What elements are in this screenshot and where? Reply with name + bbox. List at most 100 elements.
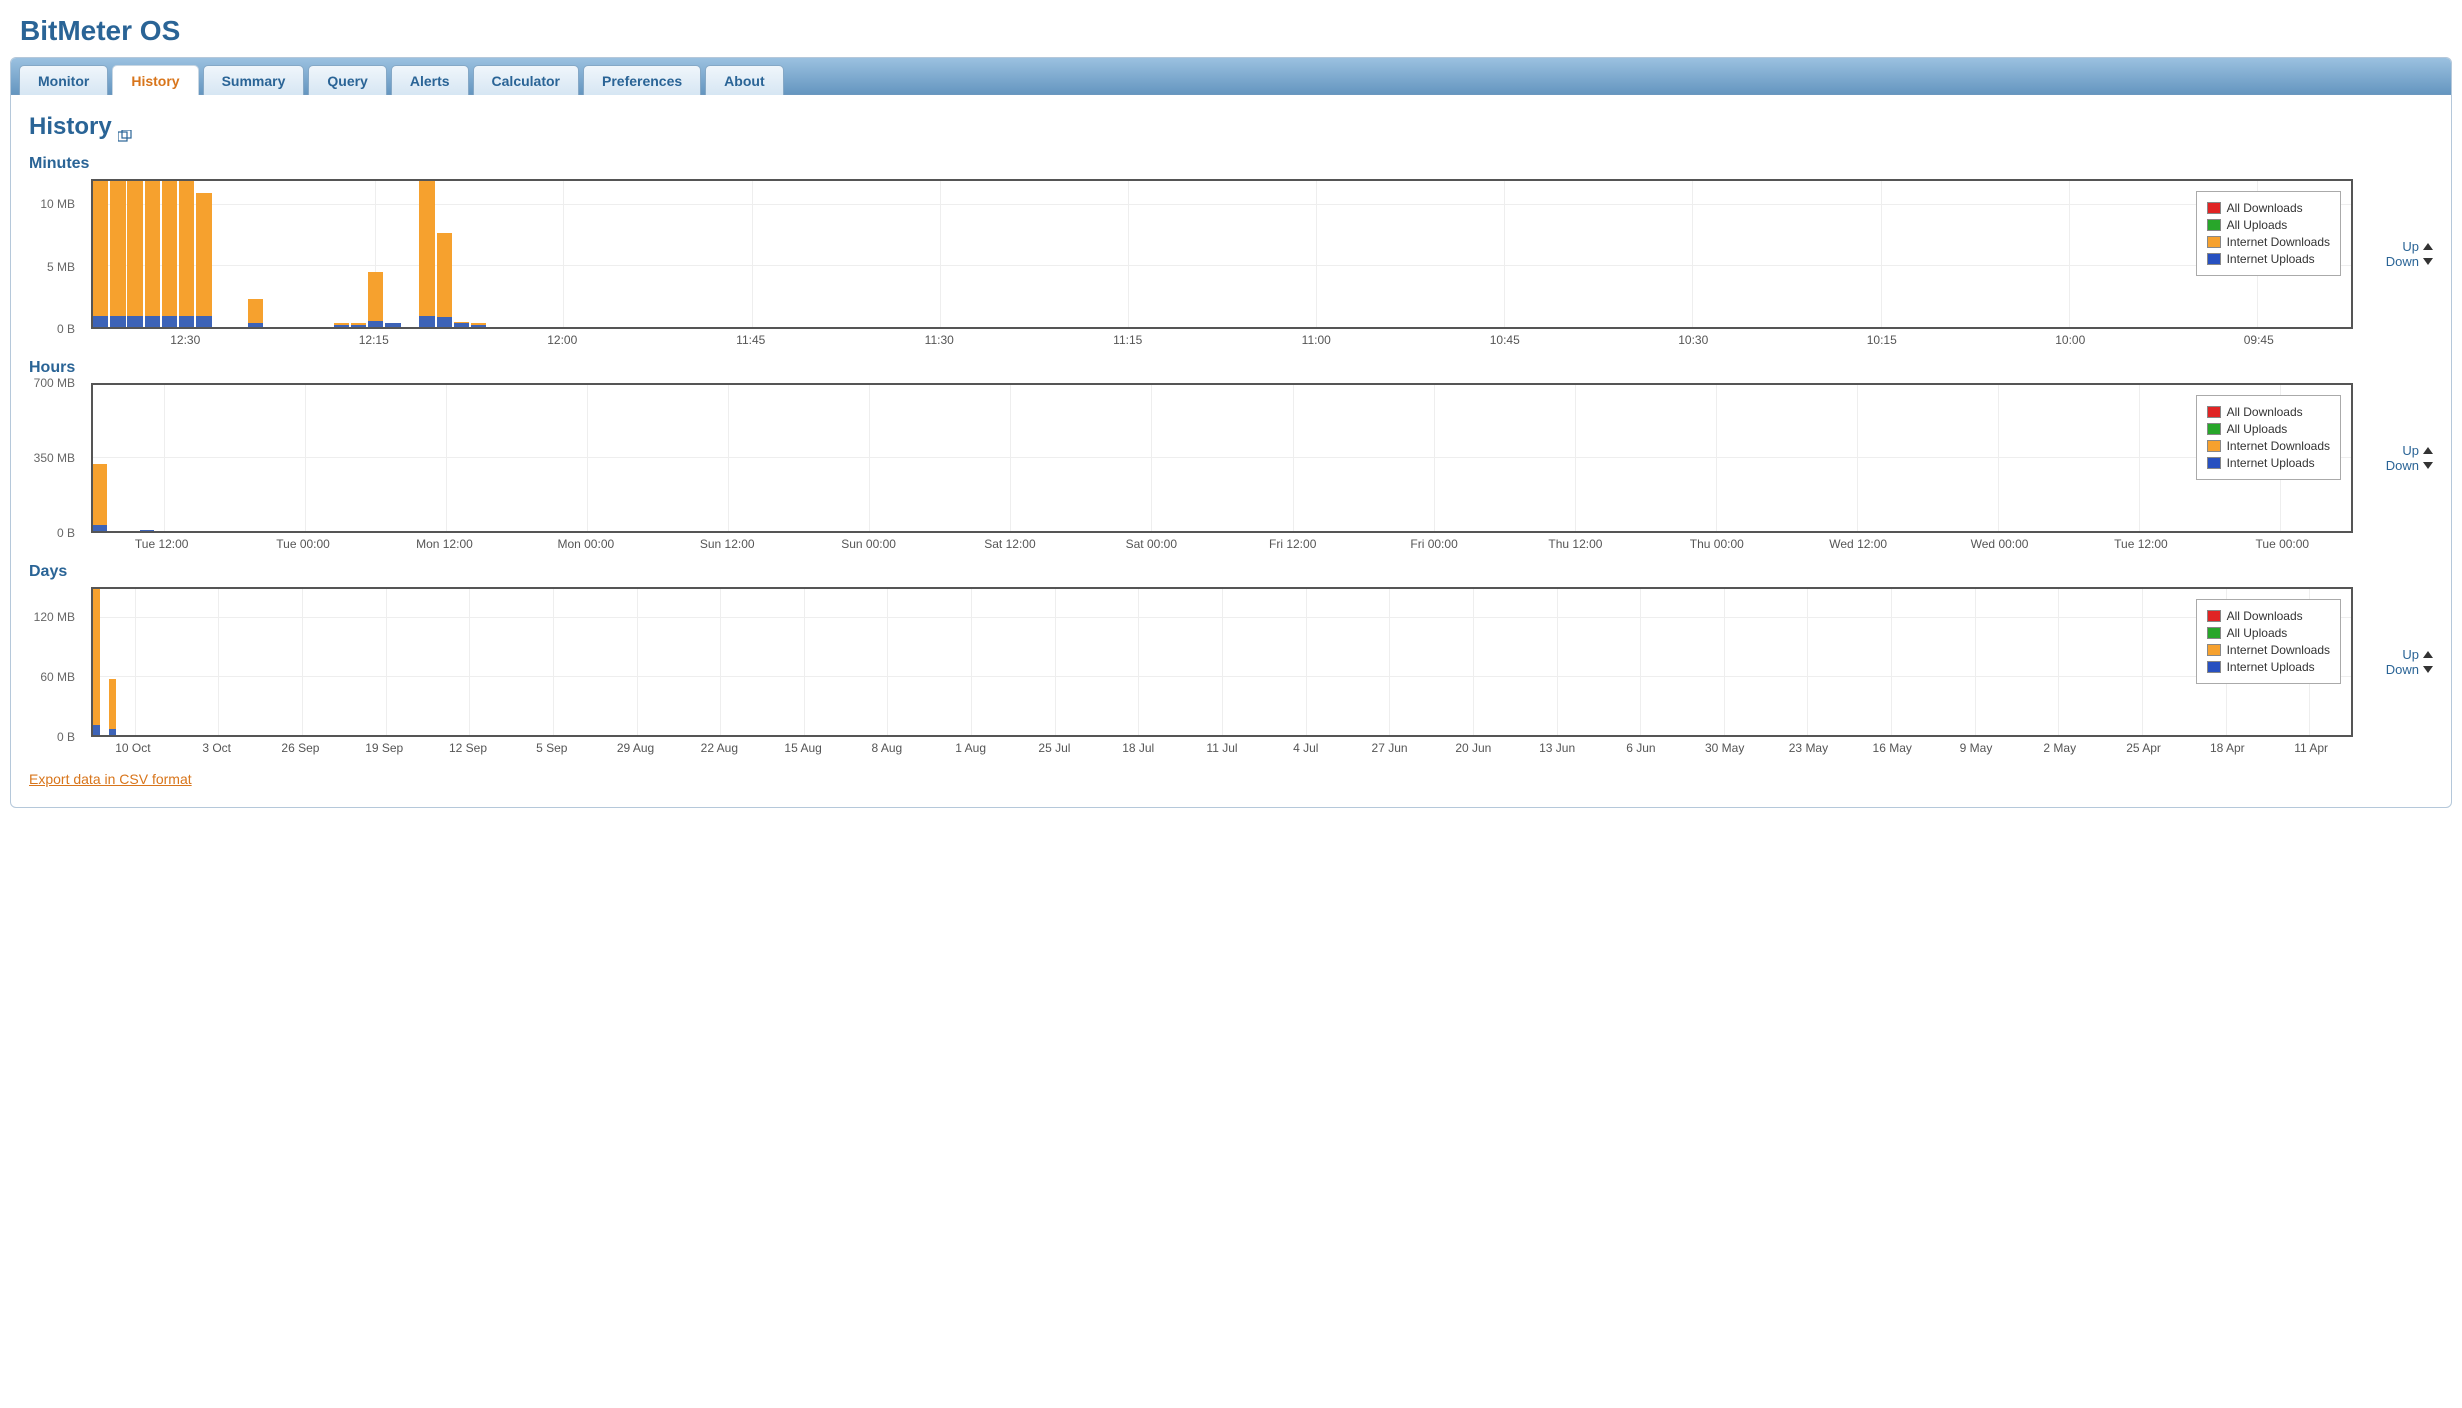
export-csv-link[interactable]: Export data in CSV format	[29, 771, 192, 787]
page-title-text: History	[29, 113, 112, 141]
tab-bar: MonitorHistorySummaryQueryAlertsCalculat…	[11, 58, 2451, 95]
main-panel: MonitorHistorySummaryQueryAlertsCalculat…	[10, 57, 2452, 808]
xaxis-tick: 13 Jun	[1539, 741, 1575, 755]
tab-about[interactable]: About	[705, 65, 783, 95]
all-uploads-swatch	[2207, 423, 2221, 435]
xaxis-tick: Thu 12:00	[1548, 537, 1602, 551]
bar-internet-downloads	[196, 193, 211, 327]
bar-internet-uploads	[93, 316, 108, 327]
zoom-up-button[interactable]: Up	[2363, 443, 2433, 458]
triangle-up-icon	[2423, 651, 2433, 658]
xaxis-tick: Tue 00:00	[276, 537, 330, 551]
xaxis-tick: 9 May	[1960, 741, 1993, 755]
xaxis-tick: 11:30	[925, 333, 954, 347]
zoom-down-button[interactable]: Down	[2363, 458, 2433, 473]
xaxis-tick: 20 Jun	[1455, 741, 1491, 755]
xaxis-tick: Wed 12:00	[1829, 537, 1887, 551]
internet-downloads-swatch	[2207, 236, 2221, 248]
hours-yaxis: 0 B350 MB700 MB	[29, 383, 81, 533]
triangle-down-icon	[2423, 258, 2433, 265]
section-title-days: Days	[29, 563, 2433, 581]
internet-uploads-swatch	[2207, 457, 2221, 469]
bar-internet-uploads	[385, 323, 400, 327]
bar-internet-uploads	[334, 325, 349, 327]
internet-uploads-swatch	[2207, 253, 2221, 265]
zoom-up-button[interactable]: Up	[2363, 647, 2433, 662]
bar-internet-downloads	[437, 233, 452, 327]
tab-alerts[interactable]: Alerts	[391, 65, 469, 95]
tab-calculator[interactable]: Calculator	[473, 65, 579, 95]
internet-downloads-swatch	[2207, 440, 2221, 452]
bar-internet-uploads	[109, 729, 116, 735]
internet-uploads-swatch	[2207, 661, 2221, 673]
minutes-zoom-controls: UpDown	[2363, 239, 2433, 269]
legend-item-all-downloads: All Downloads	[2207, 405, 2330, 419]
legend-item-internet-uploads: Internet Uploads	[2207, 252, 2330, 266]
xaxis-tick: 19 Sep	[365, 741, 403, 755]
xaxis-tick: 27 Jun	[1372, 741, 1408, 755]
bar-internet-uploads	[145, 316, 160, 327]
tab-history[interactable]: History	[112, 65, 198, 95]
legend-item-all-downloads: All Downloads	[2207, 201, 2330, 215]
xaxis-tick: 10:00	[2055, 333, 2085, 347]
xaxis-tick: 11 Jul	[1206, 741, 1237, 755]
bar-internet-downloads	[93, 181, 108, 327]
bar-internet-uploads	[368, 321, 383, 327]
popout-icon[interactable]	[118, 121, 132, 133]
tab-query[interactable]: Query	[308, 65, 386, 95]
hours-zoom-controls: UpDown	[2363, 443, 2433, 473]
bar-internet-uploads	[351, 325, 366, 327]
all-uploads-swatch	[2207, 627, 2221, 639]
legend-item-all-uploads: All Uploads	[2207, 422, 2330, 436]
legend-label: Internet Downloads	[2227, 439, 2330, 453]
zoom-down-button[interactable]: Down	[2363, 254, 2433, 269]
xaxis-tick: 22 Aug	[701, 741, 738, 755]
all-downloads-swatch	[2207, 406, 2221, 418]
bar-internet-downloads	[127, 181, 142, 327]
tab-monitor[interactable]: Monitor	[19, 65, 108, 95]
days-zoom-controls: UpDown	[2363, 647, 2433, 677]
xaxis-tick: 09:45	[2244, 333, 2274, 347]
bar-internet-uploads	[419, 316, 434, 327]
xaxis-tick: 8 Aug	[872, 741, 903, 755]
triangle-down-icon	[2423, 462, 2433, 469]
xaxis-tick: Mon 12:00	[416, 537, 473, 551]
internet-downloads-swatch	[2207, 644, 2221, 656]
hours-chart: All Downloads All Uploads Internet Downloa…	[91, 383, 2353, 533]
xaxis-tick: Fri 00:00	[1410, 537, 1457, 551]
xaxis-tick: 11:45	[736, 333, 765, 347]
xaxis-tick: 10:15	[1867, 333, 1897, 347]
bar-internet-uploads	[179, 316, 194, 327]
content-area: History Minutes 0 B5 MB10 MB All Downloads…	[11, 95, 2451, 807]
tab-summary[interactable]: Summary	[203, 65, 305, 95]
xaxis-tick: 12:15	[359, 333, 389, 347]
legend-label: All Uploads	[2227, 218, 2288, 232]
xaxis-tick: 30 May	[1705, 741, 1744, 755]
app-title: BitMeter OS	[20, 15, 2452, 47]
legend-label: All Uploads	[2227, 626, 2288, 640]
yaxis-tick: 0 B	[57, 730, 75, 744]
xaxis-tick: 18 Apr	[2210, 741, 2245, 755]
tab-preferences[interactable]: Preferences	[583, 65, 701, 95]
legend-label: All Downloads	[2227, 609, 2303, 623]
all-downloads-swatch	[2207, 202, 2221, 214]
bar-internet-downloads	[368, 272, 383, 327]
yaxis-tick: 0 B	[57, 322, 75, 336]
legend-label: Internet Uploads	[2227, 252, 2315, 266]
xaxis-tick: 4 Jul	[1293, 741, 1318, 755]
zoom-down-button[interactable]: Down	[2363, 662, 2433, 677]
hours-xaxis: Tue 12:00Tue 00:00Mon 12:00Mon 00:00Sun …	[91, 537, 2353, 553]
minutes-yaxis: 0 B5 MB10 MB	[29, 179, 81, 329]
bar-internet-downloads	[93, 464, 107, 531]
bar-internet-uploads	[248, 323, 263, 327]
days-chart: All DownloadsAll UploadsInternet Downloa…	[91, 587, 2353, 737]
section-title-minutes: Minutes	[29, 155, 2433, 173]
legend-item-all-downloads: All Downloads	[2207, 609, 2330, 623]
bar-internet-downloads	[419, 181, 434, 327]
hours-legend: All Downloads All Uploads Internet Downloa…	[2196, 395, 2341, 480]
legend-item-internet-downloads: Internet Downloads	[2207, 235, 2330, 249]
yaxis-tick: 0 B	[57, 526, 75, 540]
yaxis-tick: 5 MB	[47, 260, 75, 274]
xaxis-tick: Fri 12:00	[1269, 537, 1316, 551]
zoom-up-button[interactable]: Up	[2363, 239, 2433, 254]
